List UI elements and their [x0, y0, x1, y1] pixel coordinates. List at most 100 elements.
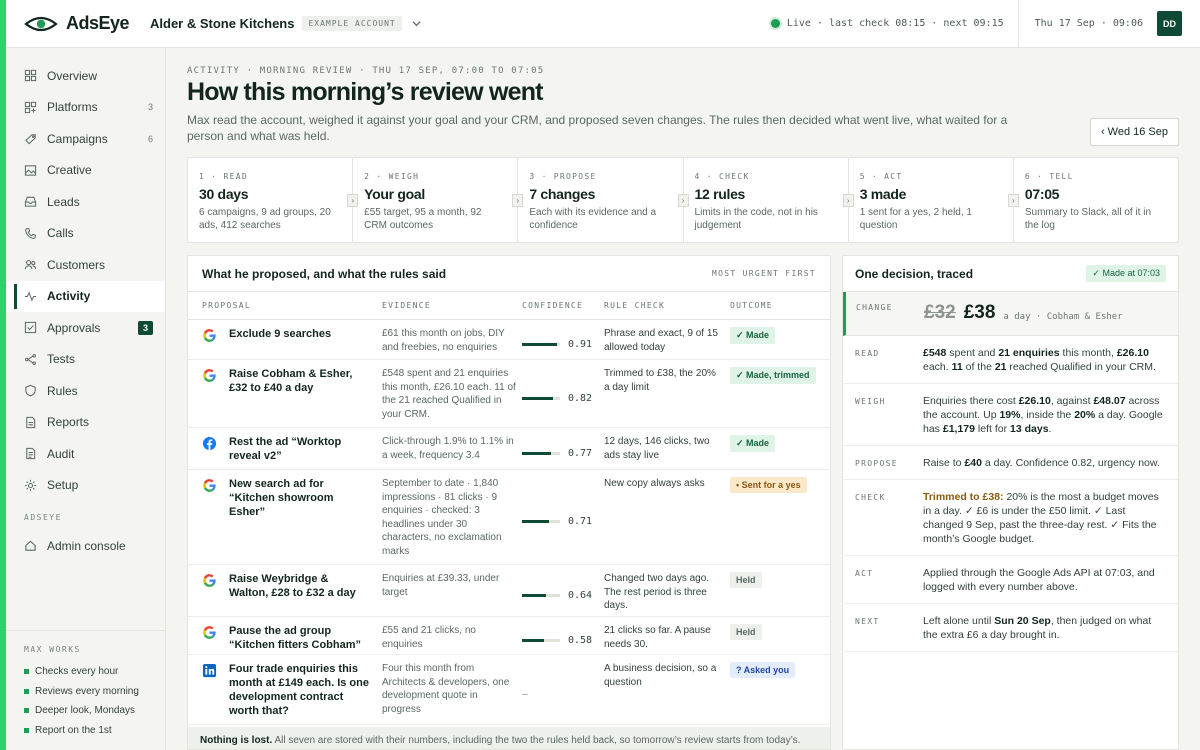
live-status: Live · last check 08:15 · next 09:15 — [770, 0, 1019, 48]
google-icon — [203, 626, 216, 639]
confidence-bar — [522, 396, 560, 400]
table-row[interactable]: Raise Cobham & Esher, £32 to £40 a day £5… — [188, 360, 830, 428]
table-row[interactable]: Pause the ad group “Kitchen fitters Cobh… — [188, 617, 830, 655]
step-description: 6 campaigns, 9 ad groups, 20 ads, 412 se… — [199, 207, 331, 231]
step-value: 3 made — [859, 186, 907, 202]
sidebar-item-tests[interactable]: Tests — [6, 344, 165, 376]
shield-icon — [25, 385, 36, 397]
chevron-down-icon — [412, 21, 421, 27]
avatar[interactable]: DD — [1157, 11, 1182, 36]
sidebar-item-approvals[interactable]: Approvals 3 — [6, 312, 165, 344]
sidebar-item-creative[interactable]: Creative — [6, 155, 165, 187]
previous-day-button[interactable]: ‹ Wed 16 Sep — [1089, 118, 1179, 146]
confidence-bar-fill — [522, 342, 557, 346]
table-row[interactable]: Exclude 9 searches £61 this month on jobs… — [188, 320, 830, 360]
confidence-bar — [522, 638, 560, 642]
rule-check-text: New copy always asks — [604, 478, 705, 489]
sidebar-item-admin-console[interactable]: Admin console — [6, 530, 165, 562]
trace-step-read: READ £548 spent and 21 enquiries this mon… — [843, 336, 1178, 384]
column-header: CONFIDENCE — [522, 301, 584, 310]
sidebar-item-activity[interactable]: Activity — [6, 280, 165, 312]
evidence-text: £61 this month on jobs, DIY and freebies… — [382, 328, 505, 353]
sidebar-item-rules[interactable]: Rules — [6, 375, 165, 407]
chevron-right-icon: › — [1007, 194, 1019, 207]
sidebar-item-setup[interactable]: Setup — [6, 470, 165, 502]
eyebrow: ACTIVITY · MORNING REVIEW · THU 17 SEP, … — [187, 66, 545, 76]
trace-change: CHANGE £32 £38 a day · Cobham & Esher — [843, 292, 1178, 336]
sort-label[interactable]: MOST URGENT FIRST — [712, 269, 816, 278]
step-description: Each with its evidence and a confidence — [529, 207, 657, 231]
checkbox-icon — [24, 322, 37, 334]
proposals-table-body: Exclude 9 searches £61 this month on jobs… — [188, 320, 830, 725]
sidebar-item-reports[interactable]: Reports — [6, 407, 165, 439]
footnote-text: All seven are stored with their numbers,… — [272, 735, 801, 746]
trace-panel: One decision, traced ✓ Made at 07:03 CHA… — [842, 255, 1179, 750]
confidence-value: 0.58 — [568, 634, 593, 646]
confidence-value: – — [522, 688, 529, 700]
confidence-bar — [522, 342, 560, 346]
facebook-icon — [202, 436, 217, 451]
step-description: £55 target, 95 a month, 92 CRM outcomes — [364, 207, 482, 231]
step-label: 6 · TELL — [1024, 172, 1074, 181]
trace-step-propose: PROPOSE Raise to £40 a day. Confidence 0.… — [843, 446, 1178, 480]
sidebar-item-calls[interactable]: Calls — [6, 218, 165, 250]
sidebar-nav: Overview Platforms 3 Campaigns 6 Creative Lead… — [6, 48, 165, 501]
sidebar-item-label: Tests — [47, 352, 76, 367]
trace-step-label: READ — [855, 349, 880, 358]
log-icon — [26, 448, 36, 460]
brand[interactable]: AdsEye — [6, 13, 138, 34]
sidebar-item-customers[interactable]: Customers — [6, 249, 165, 281]
confidence-bar-fill — [522, 520, 549, 523]
confidence-value: 0.82 — [568, 392, 593, 404]
sidebar-item-leads[interactable]: Leads — [6, 186, 165, 218]
proposal-text: Rest the ad “Worktop reveal v2” — [229, 436, 342, 462]
rule-check-text: Trimmed to £38, the 20% a day limit — [604, 368, 716, 393]
sidebar-section-label: ADSEYE — [24, 513, 62, 522]
sidebar-item-count: 6 — [147, 133, 153, 144]
sidebar-item-count: 3 — [137, 320, 153, 335]
outcome-badge: ✓ Made — [730, 435, 776, 452]
trace-step-label: CHECK — [855, 493, 886, 502]
phone-icon — [25, 227, 36, 239]
table-row[interactable]: Raise Weybridge & Walton, £28 to £32 a d… — [188, 565, 830, 617]
sidebar-item-platforms[interactable]: Platforms 3 — [6, 92, 165, 124]
confidence-bar-fill — [522, 638, 545, 642]
sidebar-item-label: Admin console — [47, 538, 126, 553]
step-card: 2 · WEIGH Your goal £55 target, 95 a month… — [353, 158, 524, 242]
sidebar-item-audit[interactable]: Audit — [6, 438, 165, 470]
users-icon — [24, 260, 37, 270]
max-works-item: Deeper look, Mondays — [24, 701, 147, 721]
rule-check-text: 12 days, 146 clicks, two ads stay live — [604, 436, 710, 461]
evidence-text: September to date · 1,840 impressions · … — [382, 478, 502, 557]
intro-text: Max read the account, weighed it against… — [187, 113, 1008, 143]
step-card: 5 · ACT 3 made 1 sent for a yes, 2 held, 1… — [849, 158, 1019, 242]
sidebar-item-campaigns[interactable]: Campaigns 6 — [6, 123, 165, 155]
confidence-bar — [522, 451, 560, 455]
account-switcher[interactable]: Alder & Stone Kitchens EXAMPLE ACCOUNT — [150, 16, 421, 31]
outcome-badge: ✓ Made, trimmed — [730, 367, 816, 384]
confidence-value: 0.71 — [568, 516, 593, 527]
sidebar-item-label: Calls — [47, 226, 74, 241]
table-row[interactable]: Rest the ad “Worktop reveal v2” Click-thr… — [188, 428, 830, 470]
outcome-badge[interactable]: • Sent for a yes — [730, 477, 807, 493]
table-row[interactable]: Four trade enquiries this month at £149 … — [188, 655, 830, 725]
footnote: Nothing is lost. All seven are stored wi… — [188, 727, 830, 749]
trace-steps: READ £548 spent and 21 enquiries this mon… — [843, 336, 1178, 652]
sidebar-item-overview[interactable]: Overview — [6, 60, 165, 92]
evidence-text: £55 and 21 clicks, no enquiries — [382, 625, 476, 650]
trace-step-text: Left alone until Sun 20 Sep, then judged… — [923, 615, 1152, 641]
max-works-item: Reviews every morning — [24, 682, 147, 702]
table-row[interactable]: New search ad for “Kitchen showroom Eshe… — [188, 470, 830, 565]
trace-title: One decision, traced — [855, 266, 974, 281]
step-label: 1 · READ — [199, 172, 248, 181]
sidebar-item-label: Audit — [47, 446, 75, 461]
outcome-badge[interactable]: ? Asked you — [730, 662, 796, 678]
trace-step-text: Raise to £40 a day. Confidence 0.82, urg… — [923, 457, 1160, 469]
gear-icon — [24, 479, 37, 491]
confidence-bar — [522, 593, 560, 597]
trace-step-text: £548 spent and 21 enquiries this month, … — [923, 347, 1156, 373]
step-value: 7 changes — [529, 186, 596, 202]
chevron-right-icon: › — [842, 194, 854, 207]
sidebar-item-label: Leads — [47, 194, 80, 209]
grid-plus-icon — [24, 101, 37, 113]
